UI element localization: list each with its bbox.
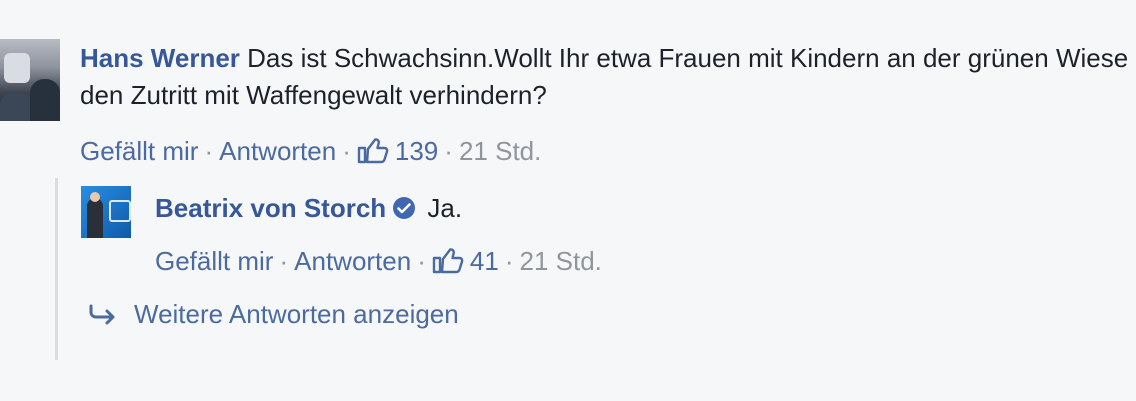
reply-text: Ja. [427,193,463,223]
comment-timestamp[interactable]: 21 Std. [459,136,541,166]
comment-actions: Gefällt mir · Antworten · 139 · 21 Std. [80,134,1136,168]
main-comment: Hans Werner Das ist Schwachsinn.Wollt Ih… [80,40,1136,168]
comment-body: Hans Werner Das ist Schwachsinn.Wollt Ih… [80,40,1136,114]
reply-body: Beatrix von Storch Ja. [155,190,955,226]
like-link[interactable]: Gefällt mir [80,136,198,166]
beatrix-von-storch-avatar[interactable] [81,186,131,238]
reply-author-link[interactable]: Beatrix von Storch [155,193,386,223]
reply-actions: Gefällt mir · Antworten · 41 · 21 Std. [155,244,955,278]
reply-link[interactable]: Antworten [219,136,336,166]
comment-thread: Hans Werner Das ist Schwachsinn.Wollt Ih… [0,0,1136,401]
comment-author-link[interactable]: Hans Werner [80,43,240,73]
separator: · [444,136,453,166]
reply-timestamp[interactable]: 21 Std. [519,246,601,276]
separator: · [417,246,426,276]
reply-link[interactable]: Antworten [294,246,411,276]
reply-thread: Beatrix von Storch Ja. Gefällt mir · Antwo… [55,178,958,360]
more-replies-label: Weitere Antworten anzeigen [134,299,459,329]
separator: · [342,136,351,166]
like-count: 41 [469,246,499,276]
verified-badge-icon [393,197,416,219]
reply-comment: Beatrix von Storch Ja. Gefällt mir · Antwo… [155,190,955,278]
separator: · [504,246,514,276]
thumbs-up-icon [357,138,389,164]
like-link[interactable]: Gefällt mir [155,246,273,276]
thumbs-up-icon [432,248,464,274]
more-replies-link[interactable]: Weitere Antworten anzeigen [88,296,459,332]
reply-arrow-icon [89,304,115,325]
separator: · [279,246,289,276]
separator: · [204,136,214,166]
hans-werner-avatar[interactable] [0,39,60,121]
like-count: 139 [394,136,439,166]
like-count-link[interactable]: 41 [432,246,499,276]
like-count-link[interactable]: 139 [357,136,438,166]
